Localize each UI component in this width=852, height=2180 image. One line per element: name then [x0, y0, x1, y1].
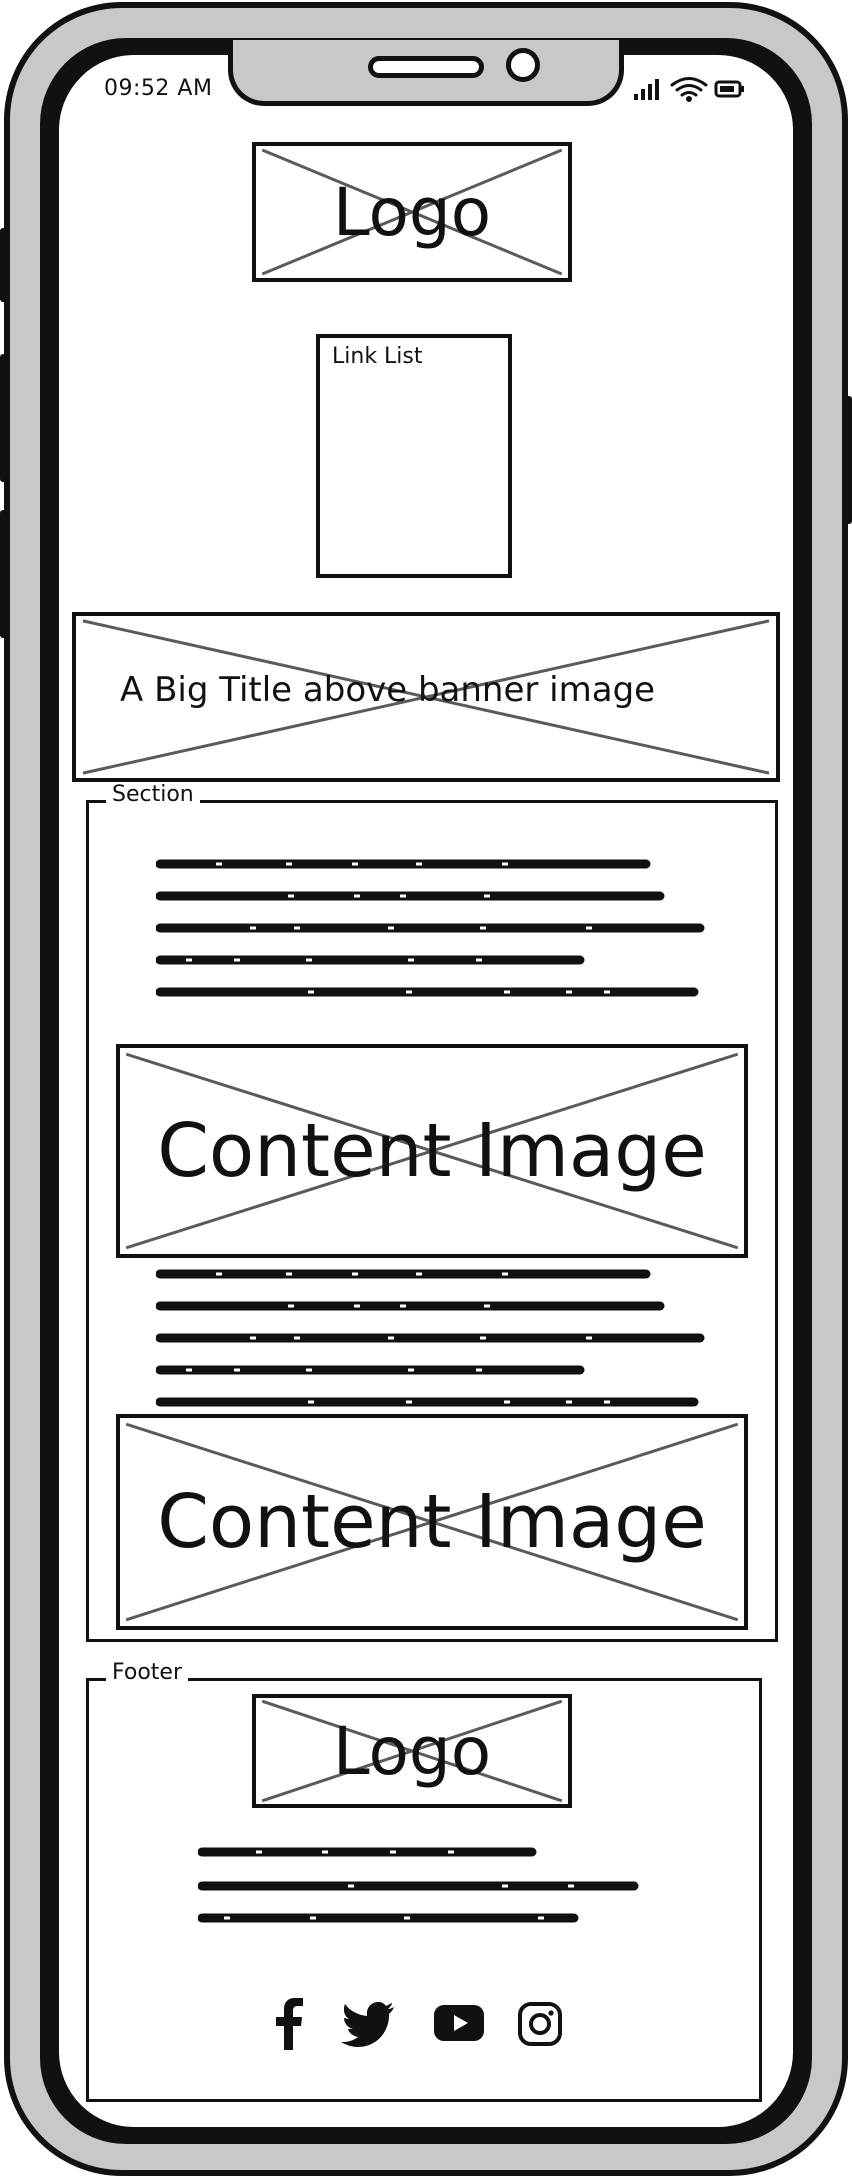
youtube-icon[interactable]	[434, 2004, 484, 2042]
content-image-1: Content Image	[116, 1044, 748, 1258]
facebook-icon[interactable]	[268, 1998, 308, 2050]
status-time: 09:52 AM	[104, 76, 213, 101]
signal-icon	[634, 79, 659, 100]
content-image-2-label: Content Image	[157, 1479, 707, 1565]
front-camera	[506, 48, 540, 82]
side-button-right	[842, 396, 852, 524]
footer-logo[interactable]: Logo	[252, 1694, 572, 1808]
status-icons	[632, 74, 750, 102]
link-list-label: Link List	[332, 344, 423, 369]
section-paragraph-2	[156, 1269, 705, 1407]
side-button-left-2	[0, 354, 8, 482]
header-logo[interactable]: Logo	[252, 142, 572, 282]
side-button-left-1	[0, 228, 8, 302]
footer-legend: Footer	[106, 1660, 188, 1685]
section-legend: Section	[106, 782, 200, 807]
section-paragraph-1	[156, 859, 705, 997]
banner-image: A Big Title above banner image	[72, 612, 780, 782]
instagram-icon[interactable]	[518, 2002, 562, 2046]
link-list[interactable]: Link List	[316, 334, 512, 578]
wifi-icon	[670, 77, 708, 102]
header-logo-label: Logo	[332, 173, 492, 251]
speaker-grille	[368, 56, 484, 78]
twitter-icon[interactable]	[340, 2000, 396, 2048]
content-image-1-label: Content Image	[157, 1108, 707, 1194]
footer-paragraph	[198, 1847, 639, 1923]
content-image-2: Content Image	[116, 1414, 748, 1630]
banner-title: A Big Title above banner image	[120, 670, 656, 710]
battery-icon	[714, 80, 744, 98]
side-button-left-3	[0, 510, 8, 638]
footer-logo-label: Logo	[332, 1712, 492, 1790]
